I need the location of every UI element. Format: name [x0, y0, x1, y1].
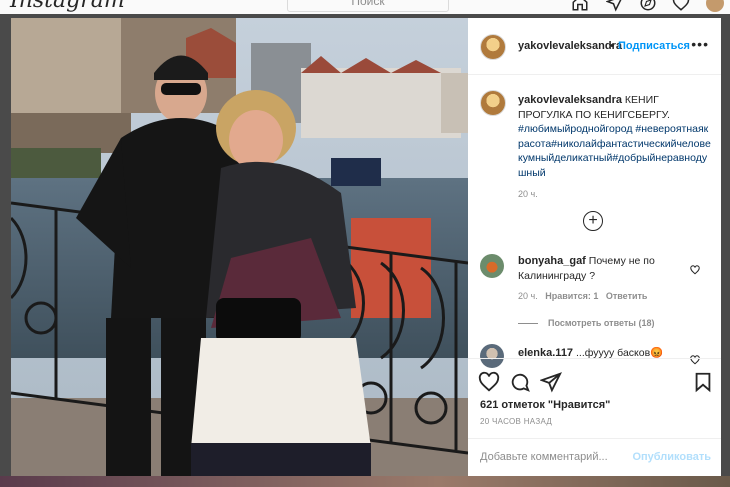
search-input[interactable]: Поиск — [287, 0, 449, 12]
background-feed-strip — [0, 476, 730, 487]
likes-count[interactable]: 621 отметок "Нравится" — [480, 399, 610, 411]
comment-time[interactable]: 20 ч. — [518, 291, 538, 301]
comment-username-2[interactable]: elenka.117 — [518, 347, 573, 358]
reply-button[interactable]: Ответить — [606, 291, 648, 301]
comment-item: bonyaha_gaf Почему не по Калининграду ? … — [518, 254, 698, 304]
save-bookmark-icon[interactable] — [692, 371, 714, 393]
post-actions: 621 отметок "Нравится" 20 ЧАСОВ НАЗАД — [468, 358, 721, 439]
post-photo[interactable] — [11, 18, 468, 476]
comment-username[interactable]: bonyaha_gaf — [518, 255, 586, 267]
caption-hashtags[interactable]: #любимыйроднойгород #невероятнаякрасота#… — [518, 123, 711, 179]
top-navigation-bar: Instagram Поиск — [0, 0, 730, 14]
author-username[interactable]: yakovlevaleksandra — [518, 40, 622, 52]
caption-avatar[interactable] — [480, 90, 506, 116]
view-replies-label: Посмотреть ответы (18) — [548, 318, 655, 328]
post-timestamp[interactable]: 20 ЧАСОВ НАЗАД — [480, 417, 552, 426]
view-replies-button[interactable]: Посмотреть ответы (18) — [518, 318, 654, 328]
publish-button[interactable]: Опубликовать — [632, 451, 711, 463]
comment-text-2: ...фуууу басков😡 — [575, 347, 664, 358]
caption-timestamp[interactable]: 20 ч. — [518, 187, 713, 202]
follow-button[interactable]: Подписаться — [618, 40, 690, 52]
heart-icon[interactable] — [672, 0, 690, 11]
comment-like-icon[interactable] — [690, 262, 700, 275]
caption-username[interactable]: yakovlevaleksandra — [518, 94, 622, 106]
author-avatar[interactable] — [480, 34, 506, 60]
share-icon[interactable] — [539, 371, 562, 393]
explore-icon[interactable] — [639, 0, 657, 11]
comment-item-2: elenka.117 ...фуууу басков😡 — [518, 346, 698, 358]
plus-circle-icon: + — [588, 212, 598, 229]
like-heart-icon[interactable] — [478, 371, 500, 393]
post-header: yakovlevaleksandra • Подписаться ••• — [468, 18, 721, 75]
more-options-icon[interactable]: ••• — [691, 36, 709, 52]
comment-likes[interactable]: Нравится: 1 — [545, 291, 598, 301]
profile-avatar[interactable] — [706, 0, 724, 12]
follow-separator: • — [610, 40, 614, 52]
comment-bubble-icon[interactable] — [509, 371, 531, 393]
add-comment-bar: Добавьте комментарий... Опубликовать — [468, 438, 721, 477]
post-caption: yakovlevaleksandra КЕНИГ ПРОГУЛКА ПО КЕН… — [518, 93, 713, 202]
load-more-comments-button[interactable]: + — [583, 211, 603, 231]
commenter-avatar[interactable] — [480, 254, 504, 278]
post-detail-panel: yakovlevaleksandra • Подписаться ••• yak… — [468, 18, 721, 476]
comment-input[interactable]: Добавьте комментарий... — [480, 451, 608, 463]
instagram-logo[interactable]: Instagram — [10, 0, 125, 13]
home-icon[interactable] — [571, 0, 589, 11]
direct-icon[interactable] — [605, 0, 624, 12]
